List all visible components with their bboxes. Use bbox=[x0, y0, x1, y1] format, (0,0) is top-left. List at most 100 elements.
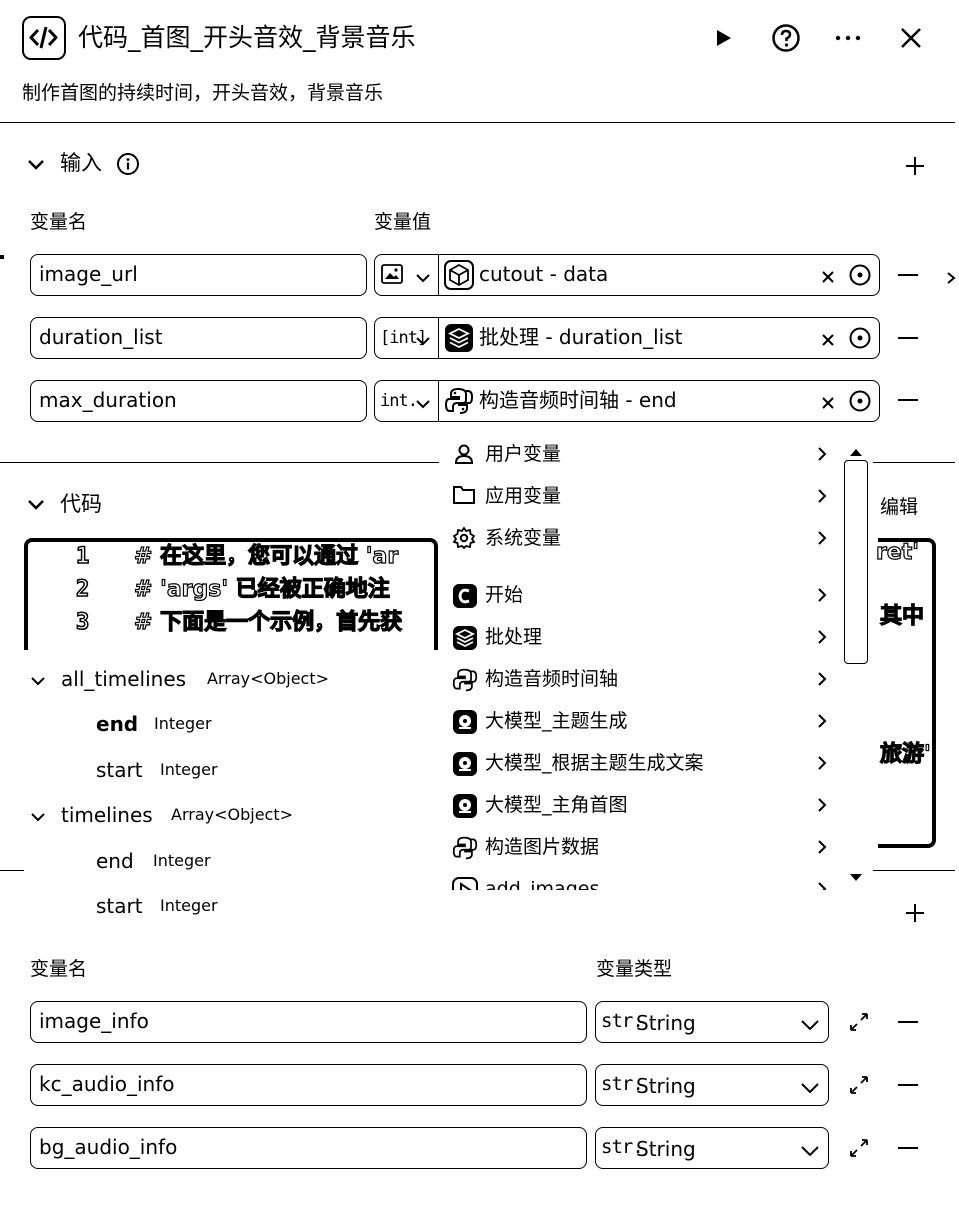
chevron-right-icon bbox=[817, 446, 827, 466]
info-icon[interactable] bbox=[116, 152, 140, 180]
clear-icon[interactable] bbox=[822, 394, 834, 413]
tree-item-type: Integer bbox=[153, 851, 211, 870]
scrollbar-thumb[interactable] bbox=[844, 460, 868, 664]
output-type-select[interactable]: str. String bbox=[595, 1127, 829, 1169]
output-type-select[interactable]: str. String bbox=[595, 1001, 829, 1043]
output-type-select[interactable]: str. String bbox=[595, 1064, 829, 1106]
input-value-ref[interactable]: 批处理 - duration_list bbox=[438, 317, 880, 359]
remove-input-button[interactable] bbox=[898, 399, 918, 401]
input-collapse-toggle[interactable] bbox=[26, 155, 46, 175]
chevron-right-icon bbox=[817, 839, 827, 859]
cube-icon bbox=[444, 260, 474, 294]
chevron-right-icon bbox=[817, 629, 827, 649]
dropdown-item-image-data[interactable]: 构造图片数据 bbox=[439, 827, 839, 867]
dropdown-item-batch[interactable]: 批处理 bbox=[439, 617, 839, 657]
image-type-icon bbox=[381, 264, 403, 288]
expand-icon[interactable] bbox=[849, 1138, 869, 1162]
chevron-right-icon bbox=[817, 587, 827, 607]
remove-output-button[interactable] bbox=[898, 1021, 918, 1023]
llm-icon bbox=[452, 709, 478, 739]
input-type-select[interactable]: [int] bbox=[374, 317, 438, 359]
llm-icon bbox=[452, 793, 478, 823]
header-divider bbox=[0, 122, 955, 123]
tree-toggle[interactable] bbox=[30, 672, 46, 691]
add-output-button[interactable] bbox=[904, 902, 926, 928]
remove-input-button[interactable] bbox=[898, 337, 918, 339]
output-var-name-field[interactable]: image_info bbox=[30, 1001, 587, 1043]
input-type-select[interactable]: int. bbox=[374, 380, 438, 422]
variable-dropdown[interactable]: 用户变量 应用变量 系统变量 开始 批处理 构造音频时间轴 大模型_主题生成 大… bbox=[439, 432, 873, 890]
input-var-name-field[interactable]: image_url bbox=[30, 254, 367, 296]
dropdown-item-add-images[interactable]: add_images bbox=[439, 869, 839, 890]
input-section-title: 输入 bbox=[60, 151, 102, 175]
tree-item-type: Integer bbox=[160, 760, 218, 779]
remove-output-button[interactable] bbox=[898, 1084, 918, 1086]
output-var-name-field[interactable]: bg_audio_info bbox=[30, 1127, 587, 1169]
remove-output-button[interactable] bbox=[898, 1147, 918, 1149]
variable-picker-icon[interactable] bbox=[849, 264, 871, 290]
code-editor-right-edge bbox=[878, 538, 936, 848]
input-var-name-field[interactable]: duration_list bbox=[30, 317, 367, 359]
variable-picker-icon[interactable] bbox=[849, 327, 871, 353]
scroll-down-icon[interactable] bbox=[849, 868, 863, 887]
variable-picker-icon[interactable] bbox=[849, 390, 871, 416]
type-label: int. bbox=[380, 391, 418, 411]
input-col-name: 变量名 bbox=[30, 211, 88, 233]
python-icon bbox=[444, 386, 474, 420]
run-button[interactable] bbox=[705, 20, 741, 56]
section-divider bbox=[0, 462, 439, 463]
chevron-down-icon bbox=[415, 395, 431, 414]
expand-icon[interactable] bbox=[849, 1075, 869, 1099]
help-icon bbox=[772, 24, 800, 52]
dropdown-item-audio-timeline[interactable]: 构造音频时间轴 bbox=[439, 659, 839, 699]
chevron-right-icon bbox=[817, 797, 827, 817]
tree-toggle[interactable] bbox=[30, 808, 46, 827]
tree-item-name: start bbox=[96, 894, 143, 918]
start-icon bbox=[452, 583, 478, 613]
input-type-select[interactable] bbox=[374, 254, 438, 296]
more-button[interactable] bbox=[830, 20, 866, 56]
chevron-down-icon bbox=[31, 677, 45, 686]
expand-icon[interactable] bbox=[849, 1012, 869, 1036]
close-button[interactable] bbox=[893, 20, 929, 56]
input-value-ref[interactable]: 构造音频时间轴 - end bbox=[438, 380, 880, 422]
dropdown-item-llm-copy[interactable]: 大模型_根据主题生成文案 bbox=[439, 743, 839, 783]
clear-icon[interactable] bbox=[822, 331, 834, 350]
page-subtitle: 制作首图的持续时间，开头音效，背景音乐 bbox=[22, 82, 384, 104]
plugin-icon bbox=[452, 877, 478, 890]
chevron-down-icon bbox=[28, 500, 44, 510]
edit-link[interactable]: 编辑 bbox=[880, 494, 918, 520]
dropdown-item-llm-cover[interactable]: 大模型_主角首图 bbox=[439, 785, 839, 825]
chevron-down-icon bbox=[800, 1079, 820, 1098]
input-value-ref[interactable]: cutout - data bbox=[438, 254, 880, 296]
help-button[interactable] bbox=[768, 20, 804, 56]
batch-icon bbox=[452, 625, 478, 655]
folder-icon bbox=[452, 484, 476, 510]
code-collapse-toggle[interactable] bbox=[26, 495, 46, 515]
clear-icon[interactable] bbox=[822, 268, 834, 287]
chevron-right-icon bbox=[817, 713, 827, 733]
code-editor[interactable]: 1 # 在这里，您可以通过 'ar 2 # 'args' 已经被正确地注 3 # 下面… bbox=[24, 538, 438, 650]
play-icon bbox=[717, 30, 731, 46]
scroll-up-icon[interactable] bbox=[849, 442, 863, 461]
user-icon bbox=[452, 442, 476, 470]
input-value-text: 批处理 - duration_list bbox=[479, 325, 683, 349]
remove-input-button[interactable] bbox=[898, 274, 918, 276]
dropdown-item-system-vars[interactable]: 系统变量 bbox=[439, 518, 839, 558]
chevron-down-icon bbox=[415, 269, 431, 288]
input-var-name-field[interactable]: max_duration bbox=[30, 380, 367, 422]
input-value-text: 构造音频时间轴 - end bbox=[479, 388, 677, 412]
add-input-button[interactable] bbox=[904, 155, 926, 181]
chevron-down-icon bbox=[31, 813, 45, 822]
dropdown-item-llm-topic[interactable]: 大模型_主题生成 bbox=[439, 701, 839, 741]
dropdown-item-start[interactable]: 开始 bbox=[439, 575, 839, 615]
input-value-text: cutout - data bbox=[479, 262, 609, 286]
tree-item-name: end bbox=[96, 712, 139, 736]
dropdown-item-app-vars[interactable]: 应用变量 bbox=[439, 476, 839, 516]
output-var-name-field[interactable]: kc_audio_info bbox=[30, 1064, 587, 1106]
chevron-right-icon bbox=[817, 530, 827, 550]
dropdown-item-user-vars[interactable]: 用户变量 bbox=[439, 434, 839, 474]
tree-item-name: start bbox=[96, 758, 143, 782]
python-icon bbox=[452, 835, 478, 865]
app-code-icon bbox=[22, 16, 66, 60]
